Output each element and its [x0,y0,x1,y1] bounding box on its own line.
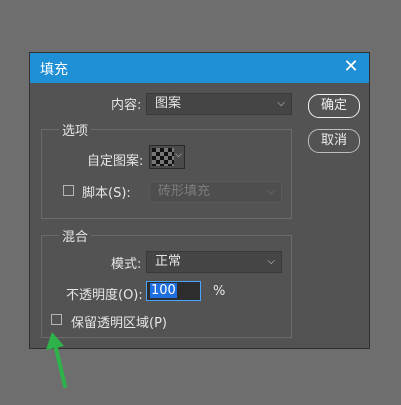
mode-select-value: 正常 [155,254,182,269]
script-select-value: 砖形填充 [158,184,211,199]
blend-legend: 混合 [59,226,92,245]
opacity-value: 100 [150,283,177,298]
dialog-title: 填充 [40,62,68,78]
custom-pattern-label: 自定图案: [87,154,144,169]
fill-dialog: 填充 ✕ 内容: 图案 ⌵ 确定 取消 选项 自定图案: ⌵ 脚本(S): 砖形… [29,52,370,349]
chevron-down-icon: ⌵ [267,256,275,267]
preserve-transparency-checkbox[interactable] [51,314,62,325]
script-label: 脚本(S): [82,186,131,201]
opacity-input[interactable]: 100 [146,281,201,301]
chevron-down-icon: ⌵ [277,98,285,109]
pattern-preview [152,148,174,166]
content-label: 内容: [111,98,142,113]
chevron-down-icon: ⌵ [267,186,275,197]
preserve-transparency-label: 保留透明区域(P) [71,316,167,331]
script-select[interactable]: 砖形填充 ⌵ [149,181,282,203]
mode-select[interactable]: 正常 ⌵ [146,251,282,273]
content-select-value: 图案 [155,96,182,111]
options-legend: 选项 [59,120,92,139]
opacity-label: 不透明度(O): [66,288,143,303]
options-group [41,129,292,219]
title-bar: 填充 ✕ [30,53,369,83]
script-checkbox[interactable] [63,185,74,196]
arrow-up-icon [46,332,67,388]
ok-button[interactable]: 确定 [308,94,360,118]
mode-label: 模式: [111,257,142,272]
close-icon[interactable]: ✕ [341,56,361,78]
chevron-down-icon: ⌵ [175,150,182,160]
pattern-picker[interactable]: ⌵ [149,145,185,169]
content-select[interactable]: 图案 ⌵ [146,93,292,115]
opacity-unit: % [213,284,226,299]
cancel-button[interactable]: 取消 [308,129,360,153]
